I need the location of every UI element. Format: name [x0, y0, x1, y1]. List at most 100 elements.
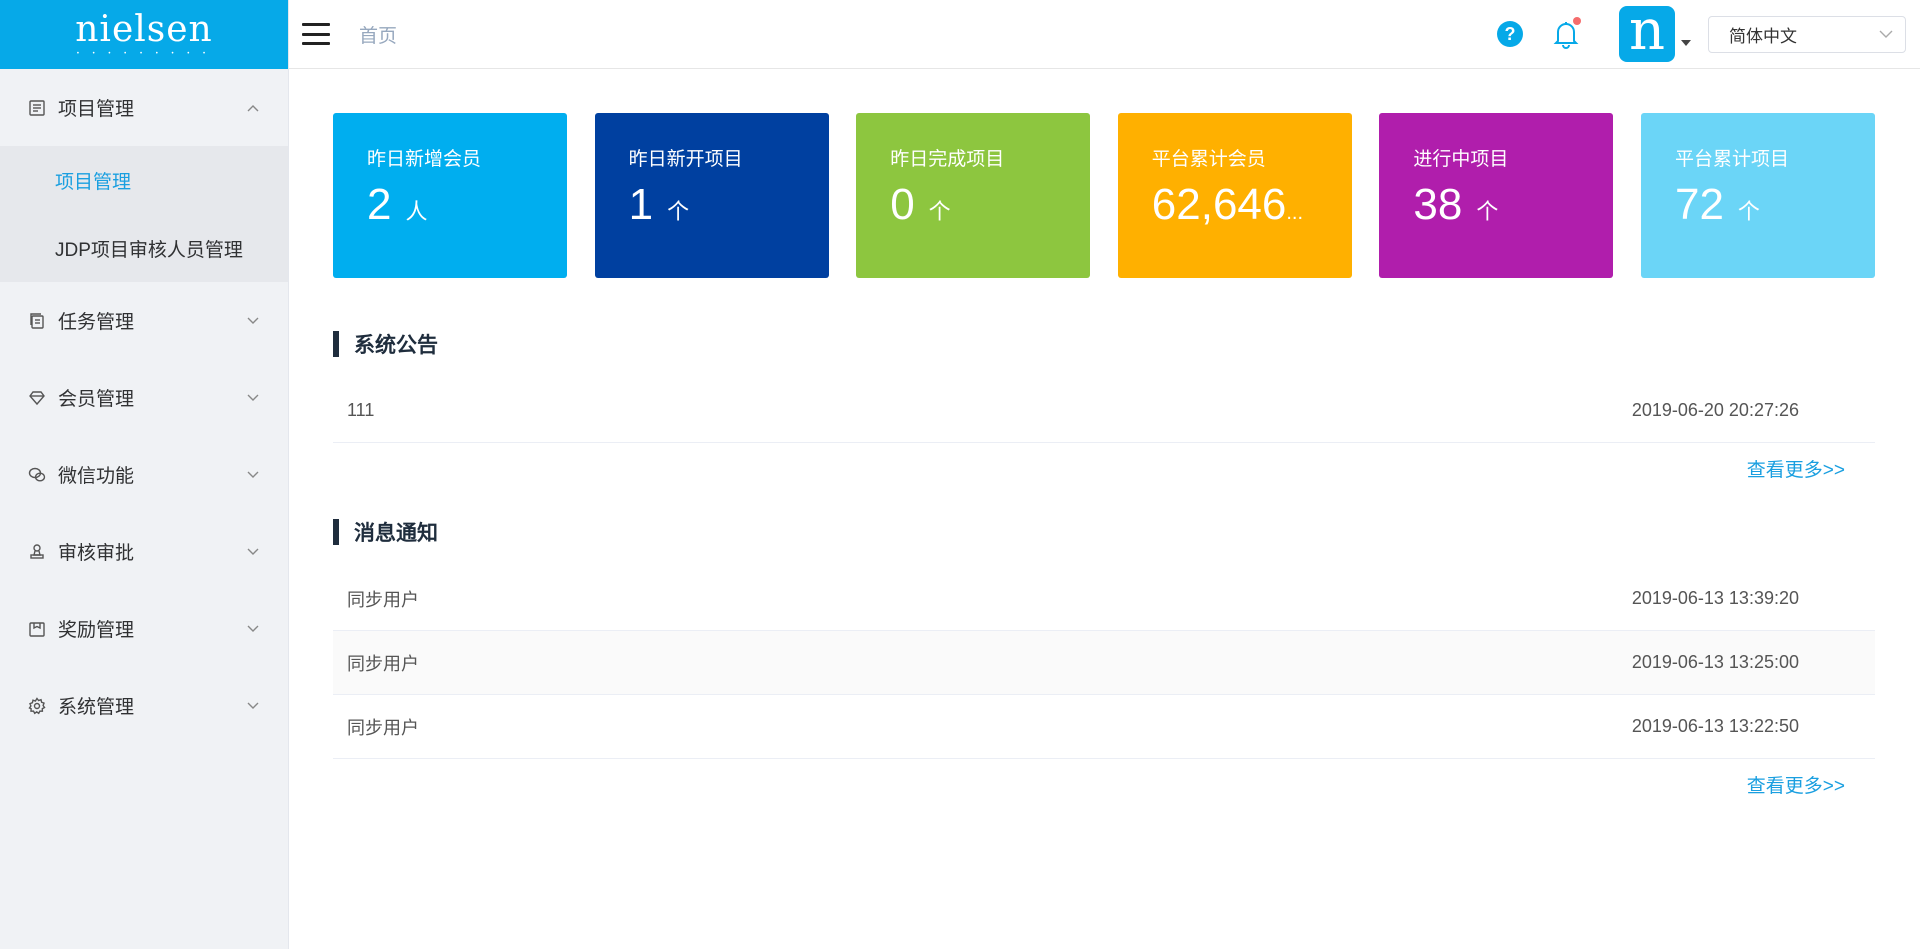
- stat-card-unit: ...: [1286, 202, 1304, 224]
- stat-card-unit: 个: [1476, 199, 1499, 224]
- language-select-value: 简体中文: [1729, 26, 1797, 46]
- sidebar-item-member-management[interactable]: 会员管理: [0, 359, 288, 436]
- announcements-title: 系统公告: [333, 331, 1875, 357]
- title-bar: [333, 331, 339, 357]
- stat-card[interactable]: 昨日新开项目 1 个: [594, 113, 829, 278]
- messages-see-more-link[interactable]: 查看更多>>: [333, 775, 1875, 799]
- list-item[interactable]: 111 2019-06-20 20:27:26: [333, 379, 1875, 443]
- logo[interactable]: nielsen • • • • • • • • •: [0, 0, 288, 69]
- stat-card-value: 72 个: [1675, 179, 1875, 231]
- stat-card-value: 0个: [890, 179, 1090, 231]
- help-icon[interactable]: ?: [1497, 21, 1523, 47]
- message-time: 2019-06-13 13:22:50: [1631, 716, 1799, 736]
- chevron-up-icon: [246, 101, 260, 115]
- announcements-title-text: 系统公告: [354, 334, 438, 357]
- avatar[interactable]: n: [1619, 6, 1675, 62]
- gear-icon: [28, 696, 46, 715]
- stat-card-title: 昨日新增会员: [367, 149, 482, 170]
- wechat-icon: [28, 466, 46, 484]
- notification-bell-icon[interactable]: [1553, 17, 1581, 49]
- sidebar-item-label: 系统管理: [58, 697, 135, 718]
- chevron-down-icon: [246, 622, 260, 636]
- sidebar-item-system-management[interactable]: 系统管理: [0, 667, 288, 744]
- stat-card-unit: 个: [928, 199, 951, 224]
- sidebar-item-task-management[interactable]: 任务管理: [0, 282, 288, 359]
- title-bar: [333, 519, 339, 545]
- stat-card-unit: 人: [405, 199, 428, 224]
- stat-card[interactable]: 昨日新增会员 2 人: [333, 113, 567, 278]
- stat-card-title: 平台累计会员: [1151, 149, 1266, 170]
- main-content: 昨日新增会员 2 人昨日新开项目 1 个昨日完成项目 0 个平台累计会员 62,646... 进…: [333, 69, 1875, 799]
- stat-card-number: 0: [890, 180, 915, 229]
- submenu-project-management: 项目管理 JDP项目审核人员管理: [0, 146, 288, 282]
- sidebar-item-label: 任务管理: [58, 312, 135, 333]
- top-bar: 首页 ? n 简体中文: [289, 0, 1920, 69]
- stat-card-title: 昨日新开项目: [628, 149, 743, 170]
- stat-card-title: 进行中项目: [1413, 149, 1509, 170]
- stat-card[interactable]: 进行中项目 38 个: [1379, 113, 1614, 278]
- chevron-down-icon: [246, 391, 260, 405]
- sidebar-item-label: 项目管理: [58, 99, 135, 120]
- chevron-down-icon: [246, 545, 260, 559]
- sidebar: nielsen • • • • • • • • • 项目管理 项目管理 JDP项…: [0, 0, 289, 949]
- stat-card[interactable]: 平台累计会员 62,646...: [1117, 113, 1352, 278]
- stat-card-title: 平台累计项目: [1674, 149, 1789, 170]
- document-list-icon: [28, 99, 46, 117]
- messages-title-text: 消息通知: [354, 522, 438, 545]
- message-text: 同步用户: [347, 653, 419, 674]
- breadcrumb[interactable]: 首页: [359, 21, 397, 48]
- stat-card-number: 2: [367, 180, 392, 229]
- stat-card-unit: 个: [1737, 199, 1760, 224]
- message-time: 2019-06-13 13:25:00: [1631, 652, 1799, 672]
- notification-dot: [1573, 17, 1581, 25]
- stat-card-unit: 个: [667, 199, 690, 224]
- sidebar-subitem-jdp-reviewer-management[interactable]: JDP项目审核人员管理: [0, 214, 288, 282]
- chevron-down-icon: [246, 468, 260, 482]
- sidebar-subitem-project-management[interactable]: 项目管理: [0, 146, 288, 214]
- chevron-down-icon: [246, 699, 260, 713]
- stat-card-value: 2人: [367, 179, 567, 231]
- stat-card-value: 62,646...: [1152, 179, 1352, 231]
- stats-cards: 昨日新增会员 2 人昨日新开项目 1 个昨日完成项目 0 个平台累计会员 62,646... 进…: [333, 113, 1875, 278]
- message-text: 同步用户: [347, 717, 419, 738]
- announcements-list: 111 2019-06-20 20:27:26: [333, 379, 1875, 443]
- hamburger-menu-icon[interactable]: [302, 23, 330, 45]
- diamond-icon: [28, 389, 46, 407]
- messages-list: 同步用户 2019-06-13 13:39:20 同步用户 2019-06-13…: [333, 567, 1875, 759]
- sidebar-item-reward-management[interactable]: 奖励管理: [0, 590, 288, 667]
- list-item[interactable]: 同步用户 2019-06-13 13:22:50: [333, 695, 1875, 759]
- stamp-icon: [28, 543, 46, 561]
- stat-card-number: 62,646: [1151, 180, 1287, 229]
- message-text: 同步用户: [347, 589, 419, 610]
- logo-text: nielsen: [75, 8, 213, 50]
- caret-down-icon[interactable]: [1681, 40, 1691, 46]
- stat-card-number: 38: [1413, 180, 1463, 229]
- stat-card-value: 38 个: [1413, 179, 1613, 231]
- sidebar-item-label: 审核审批: [58, 543, 135, 564]
- announcement-text: 111: [347, 400, 375, 420]
- logo-dots: • • • • • • • • •: [76, 50, 212, 57]
- chevron-down-icon: [246, 314, 260, 328]
- language-select[interactable]: 简体中文: [1708, 15, 1906, 53]
- gift-box-icon: [28, 620, 46, 638]
- chevron-down-icon: [1879, 24, 1893, 44]
- stat-card[interactable]: 昨日完成项目 0 个: [856, 113, 1091, 278]
- list-item[interactable]: 同步用户 2019-06-13 13:39:20: [333, 567, 1875, 631]
- copy-icon: [28, 312, 46, 330]
- sidebar-item-label: 会员管理: [58, 389, 135, 410]
- messages-title: 消息通知: [333, 519, 1875, 545]
- stat-card-title: 昨日完成项目: [890, 149, 1005, 170]
- sidebar-item-label: 奖励管理: [58, 620, 135, 641]
- announcements-see-more-link[interactable]: 查看更多>>: [333, 459, 1875, 483]
- stat-card-number: 1: [628, 180, 654, 229]
- message-time: 2019-06-13 13:39:20: [1631, 588, 1799, 608]
- sidebar-item-wechat-features[interactable]: 微信功能: [0, 436, 288, 513]
- stat-card-number: 72: [1674, 180, 1724, 229]
- sidebar-item-review-approval[interactable]: 审核审批: [0, 513, 288, 590]
- stat-card[interactable]: 平台累计项目 72 个: [1640, 113, 1875, 278]
- stat-card-value: 1个: [629, 179, 829, 231]
- sidebar-item-label: 微信功能: [58, 466, 135, 487]
- sidebar-item-project-management[interactable]: 项目管理: [0, 69, 288, 146]
- announcement-time: 2019-06-20 20:27:26: [1631, 400, 1799, 420]
- list-item[interactable]: 同步用户 2019-06-13 13:25:00: [333, 631, 1875, 695]
